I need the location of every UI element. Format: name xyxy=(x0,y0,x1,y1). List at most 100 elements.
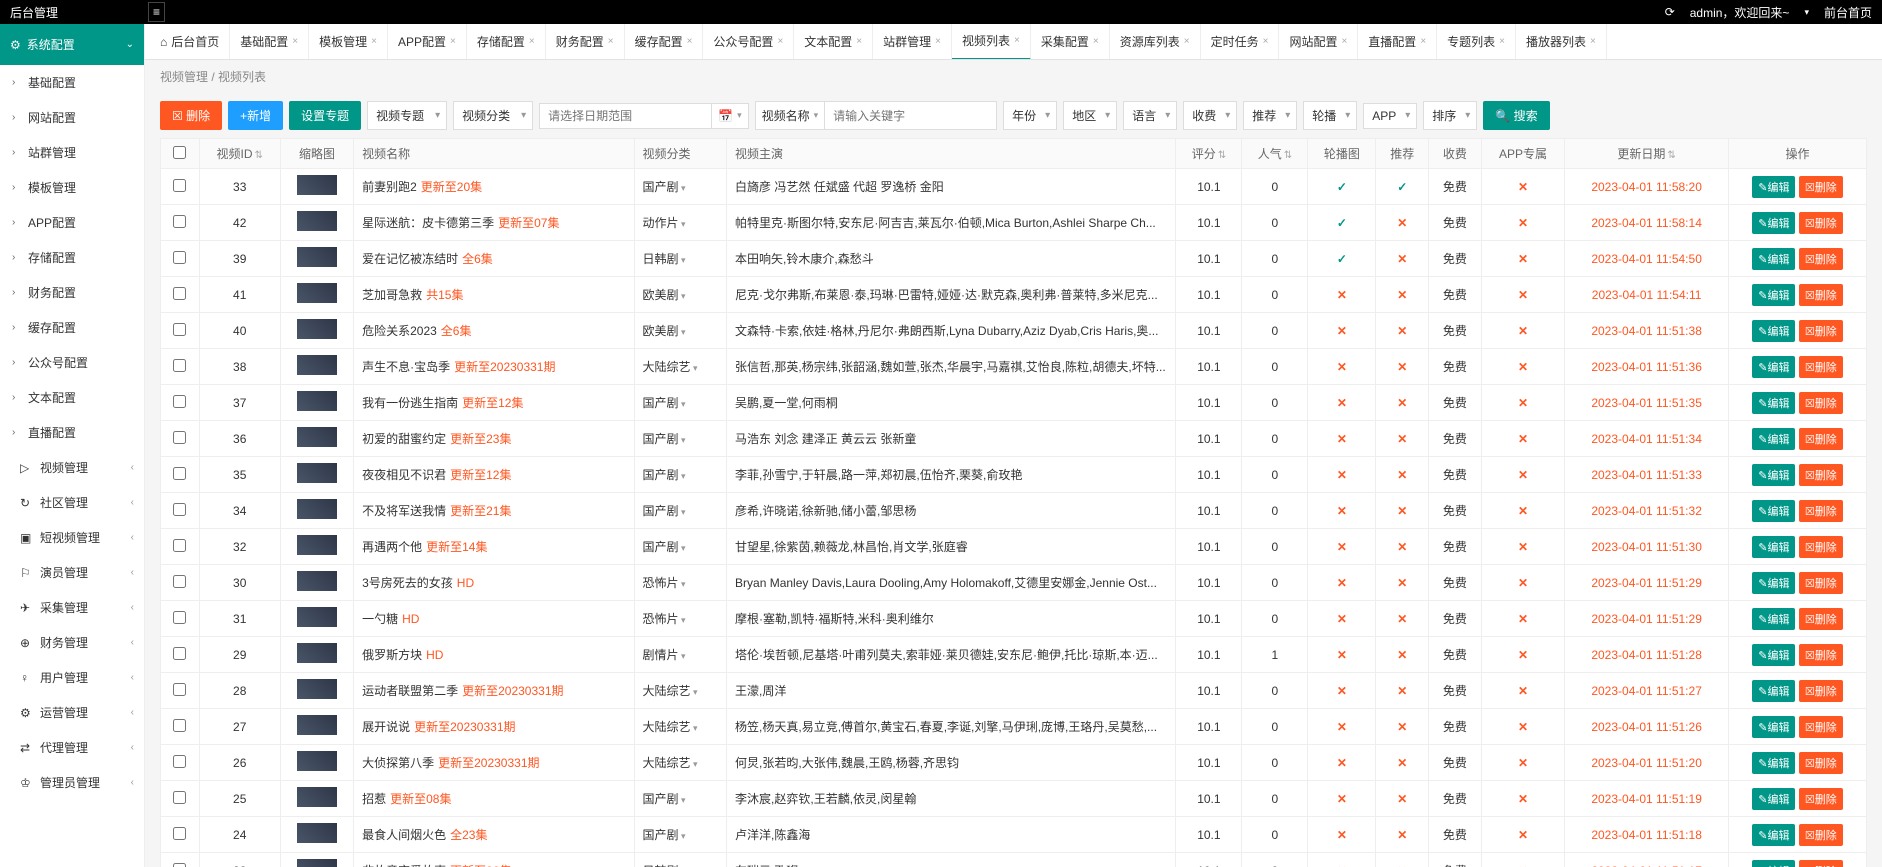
sort-icon[interactable]: ⇅ xyxy=(255,150,263,161)
tab[interactable]: 定时任务× xyxy=(1201,24,1280,60)
category-select[interactable]: 欧美剧 xyxy=(643,324,686,338)
category-select[interactable]: 国产剧 xyxy=(643,432,686,446)
filter-region[interactable]: 地区 xyxy=(1063,101,1117,130)
episode-link[interactable]: 更新至20230331期 xyxy=(414,720,515,734)
category-select[interactable]: 欧美剧 xyxy=(643,288,686,302)
filter-category[interactable]: 视频分类 xyxy=(453,101,533,130)
category-select[interactable]: 国产剧 xyxy=(643,504,686,518)
x-icon[interactable]: ✕ xyxy=(1397,396,1407,410)
tab[interactable]: 采集配置× xyxy=(1031,24,1110,60)
delete-button[interactable]: ☒删除 xyxy=(1799,500,1843,522)
row-checkbox[interactable] xyxy=(173,431,186,444)
sidebar-item[interactable]: ♀用户管理‹ xyxy=(0,660,144,695)
x-icon[interactable]: ✕ xyxy=(1337,396,1347,410)
tab[interactable]: 播放器列表× xyxy=(1516,24,1607,60)
close-icon[interactable]: × xyxy=(1420,36,1426,47)
category-select[interactable]: 国产剧 xyxy=(643,540,686,554)
edit-button[interactable]: ✎编辑 xyxy=(1752,860,1795,867)
x-icon[interactable]: ✕ xyxy=(1397,432,1407,446)
sidebar-item[interactable]: ›缓存配置 xyxy=(0,310,144,345)
x-icon[interactable]: ✕ xyxy=(1397,864,1407,867)
row-checkbox[interactable] xyxy=(173,683,186,696)
x-icon[interactable]: ✕ xyxy=(1397,612,1407,626)
tab[interactable]: 基础配置× xyxy=(230,24,309,60)
edit-button[interactable]: ✎编辑 xyxy=(1752,500,1795,522)
delete-button[interactable]: ☒删除 xyxy=(1799,212,1843,234)
episode-link[interactable]: 全6集 xyxy=(462,252,493,266)
x-icon[interactable]: ✕ xyxy=(1518,468,1528,482)
episode-link[interactable]: 更新至07集 xyxy=(498,216,559,230)
edit-button[interactable]: ✎编辑 xyxy=(1752,608,1795,630)
delete-button[interactable]: ☒删除 xyxy=(1799,176,1843,198)
x-icon[interactable]: ✕ xyxy=(1518,648,1528,662)
edit-button[interactable]: ✎编辑 xyxy=(1752,716,1795,738)
tab[interactable]: 网站配置× xyxy=(1279,24,1358,60)
category-select[interactable]: 国产剧 xyxy=(643,180,686,194)
front-link[interactable]: 前台首页 xyxy=(1824,4,1872,21)
x-icon[interactable]: ✕ xyxy=(1337,324,1347,338)
tab[interactable]: 专题列表× xyxy=(1437,24,1516,60)
category-select[interactable]: 大陆综艺 xyxy=(643,756,698,770)
row-checkbox[interactable] xyxy=(173,539,186,552)
set-topic-button[interactable]: 设置专题 xyxy=(289,101,361,130)
x-icon[interactable]: ✕ xyxy=(1337,576,1347,590)
edit-button[interactable]: ✎编辑 xyxy=(1752,284,1795,306)
sidebar-item[interactable]: ▷视频管理‹ xyxy=(0,450,144,485)
sidebar-item[interactable]: ✈采集管理‹ xyxy=(0,590,144,625)
x-icon[interactable]: ✕ xyxy=(1397,468,1407,482)
episode-link[interactable]: HD xyxy=(402,612,419,626)
tab[interactable]: 模板管理× xyxy=(309,24,388,60)
delete-button[interactable]: ☒删除 xyxy=(1799,716,1843,738)
row-checkbox[interactable] xyxy=(173,755,186,768)
x-icon[interactable]: ✕ xyxy=(1518,396,1528,410)
x-icon[interactable]: ✕ xyxy=(1518,288,1528,302)
x-icon[interactable]: ✕ xyxy=(1397,540,1407,554)
sidebar-item[interactable]: ›基础配置 xyxy=(0,65,144,100)
delete-button[interactable]: ☒删除 xyxy=(1799,788,1843,810)
category-select[interactable]: 恐怖片 xyxy=(643,576,686,590)
tab[interactable]: 缓存配置× xyxy=(625,24,704,60)
category-select[interactable]: 大陆综艺 xyxy=(643,360,698,374)
close-icon[interactable]: × xyxy=(1014,35,1020,46)
sidebar-item[interactable]: ♔管理员管理‹ xyxy=(0,765,144,800)
x-icon[interactable]: ✕ xyxy=(1518,324,1528,338)
x-icon[interactable]: ✕ xyxy=(1518,216,1528,230)
x-icon[interactable]: ✕ xyxy=(1518,756,1528,770)
episode-link[interactable]: 更新至20230331期 xyxy=(438,756,539,770)
edit-button[interactable]: ✎编辑 xyxy=(1752,320,1795,342)
select-all-checkbox[interactable] xyxy=(173,146,186,159)
sidebar-item[interactable]: ›公众号配置 xyxy=(0,345,144,380)
row-checkbox[interactable] xyxy=(173,395,186,408)
check-icon[interactable]: ✓ xyxy=(1397,180,1407,194)
sidebar-item[interactable]: ›网站配置 xyxy=(0,100,144,135)
x-icon[interactable]: ✕ xyxy=(1337,828,1347,842)
filter-topic[interactable]: 视频专题 xyxy=(367,101,447,130)
row-checkbox[interactable] xyxy=(173,215,186,228)
x-icon[interactable]: ✕ xyxy=(1518,864,1528,867)
edit-button[interactable]: ✎编辑 xyxy=(1752,788,1795,810)
sidebar-item[interactable]: ↻社区管理‹ xyxy=(0,485,144,520)
close-icon[interactable]: × xyxy=(1590,36,1596,47)
edit-button[interactable]: ✎编辑 xyxy=(1752,248,1795,270)
close-icon[interactable]: × xyxy=(777,36,783,47)
row-checkbox[interactable] xyxy=(173,719,186,732)
x-icon[interactable]: ✕ xyxy=(1518,360,1528,374)
x-icon[interactable]: ✕ xyxy=(1397,684,1407,698)
tab[interactable]: 存储配置× xyxy=(467,24,546,60)
sort-icon[interactable]: ⇅ xyxy=(1667,150,1675,161)
x-icon[interactable]: ✕ xyxy=(1397,288,1407,302)
delete-button[interactable]: ☒删除 xyxy=(1799,320,1843,342)
x-icon[interactable]: ✕ xyxy=(1397,504,1407,518)
close-icon[interactable]: × xyxy=(608,36,614,47)
sort-icon[interactable]: ⇅ xyxy=(1218,150,1226,161)
delete-button[interactable]: ☒删除 xyxy=(1799,356,1843,378)
x-icon[interactable]: ✕ xyxy=(1518,504,1528,518)
delete-button[interactable]: ☒删除 xyxy=(1799,536,1843,558)
x-icon[interactable]: ✕ xyxy=(1337,684,1347,698)
x-icon[interactable]: ✕ xyxy=(1397,792,1407,806)
x-icon[interactable]: ✕ xyxy=(1518,180,1528,194)
sidebar-item[interactable]: ⚐演员管理‹ xyxy=(0,555,144,590)
filter-fee[interactable]: 收费 xyxy=(1183,101,1237,130)
close-icon[interactable]: × xyxy=(856,36,862,47)
row-checkbox[interactable] xyxy=(173,503,186,516)
